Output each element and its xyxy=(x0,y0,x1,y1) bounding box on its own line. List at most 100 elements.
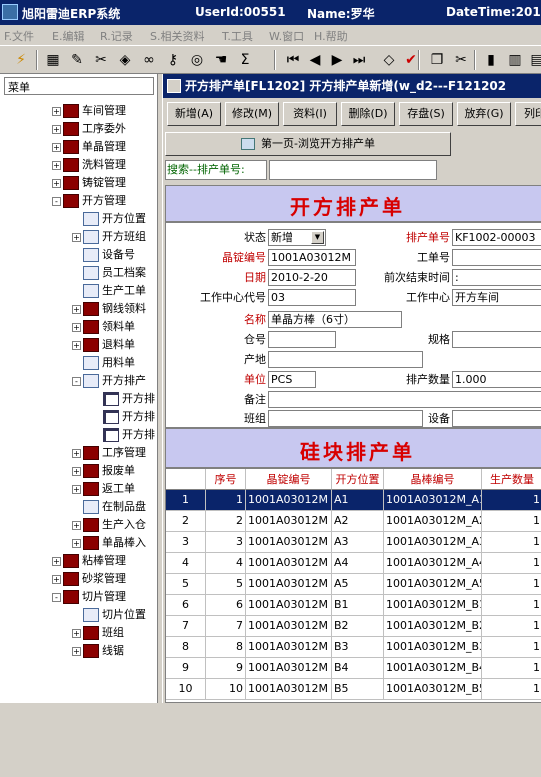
tree-expander-icon[interactable]: + xyxy=(72,466,81,476)
tree-expander-icon[interactable]: + xyxy=(52,142,61,152)
grid-column-header[interactable]: 序号 xyxy=(206,469,246,490)
tree-node[interactable]: + 退料单 xyxy=(72,336,135,354)
sigma-icon[interactable]: Σ xyxy=(236,51,254,69)
grid-column-header[interactable]: 开方位置 xyxy=(332,469,384,490)
ingot-no-field[interactable]: 1001A03012M xyxy=(268,249,356,266)
chart2-icon[interactable]: ▥ xyxy=(506,51,524,69)
status-select[interactable]: 新增 ▼ xyxy=(268,229,326,246)
tree-node[interactable]: - 开方排产 xyxy=(72,372,146,390)
tree-expander-icon[interactable]: - xyxy=(52,196,61,206)
tree-node[interactable]: + 砂浆管理 xyxy=(52,570,126,588)
save-icon[interactable]: ▦ xyxy=(44,51,62,69)
hand-icon[interactable]: ☚ xyxy=(212,51,230,69)
tree-expander-icon[interactable]: + xyxy=(72,304,81,314)
table-row[interactable]: 8 8 1001A03012M B3 1001A03012M_B3 1 xyxy=(166,637,541,658)
action-button[interactable]: 新增(A) xyxy=(167,102,221,126)
table-row[interactable]: 10 10 1001A03012M B5 1001A03012M_B5 1 xyxy=(166,679,541,700)
tree-expander-icon[interactable]: + xyxy=(72,484,81,494)
work-center-field[interactable]: 开方车间 xyxy=(452,289,541,306)
menu-item[interactable]: E.编辑 xyxy=(52,28,84,44)
table-row[interactable]: 5 5 1001A03012M A5 1001A03012M_A5 1 xyxy=(166,574,541,595)
edit-icon[interactable]: ✎ xyxy=(68,51,86,69)
menu-item[interactable]: R.记录 xyxy=(100,28,133,44)
action-button[interactable]: 存盘(S) xyxy=(399,102,453,126)
tree-node[interactable]: + 铸锭管理 xyxy=(52,174,126,192)
tab-browse-page[interactable]: 第一页-浏览开方排产单 xyxy=(165,132,451,156)
lightning-icon[interactable]: ⚡ xyxy=(12,51,30,69)
warehouse-field[interactable] xyxy=(268,331,336,348)
bar-chart-icon[interactable]: ▮ xyxy=(482,51,500,69)
qty-field[interactable]: 1.000 xyxy=(452,371,541,388)
tree-expander-icon[interactable]: + xyxy=(72,538,81,548)
table-row[interactable]: 3 3 1001A03012M A3 1001A03012M_A3 1 xyxy=(166,532,541,553)
work-order-field[interactable] xyxy=(452,249,541,266)
tree-node[interactable]: 员工档案 xyxy=(72,264,146,282)
chart3-icon[interactable]: ▤ xyxy=(528,51,541,69)
tree-expander-icon[interactable]: - xyxy=(72,376,81,386)
menu-item[interactable]: F.文件 xyxy=(4,28,34,44)
tree-node[interactable]: + 领料单 xyxy=(72,318,135,336)
tree-node[interactable]: 生产工单 xyxy=(72,282,146,300)
cut-icon[interactable]: ✂ xyxy=(452,51,470,69)
tree-node[interactable]: 在制品盘 xyxy=(72,498,146,516)
grid-column-header[interactable]: 晶棒编号 xyxy=(384,469,482,490)
spec-field[interactable] xyxy=(452,331,541,348)
tree-node[interactable]: + 报废单 xyxy=(72,462,135,480)
search-input[interactable] xyxy=(269,160,437,180)
tree-expander-icon[interactable]: + xyxy=(72,340,81,350)
chevron-down-icon[interactable]: ▼ xyxy=(311,231,324,244)
grid-column-header[interactable]: 晶锭编号 xyxy=(246,469,332,490)
menu-item[interactable]: S.相关资料 xyxy=(150,28,204,44)
tree-node[interactable]: - 开方管理 xyxy=(52,192,126,210)
left-panel-scrollbar[interactable] xyxy=(0,750,158,777)
tree-expander-icon[interactable]: + xyxy=(72,628,81,638)
tree-node[interactable]: 开方排 xyxy=(92,390,155,408)
tree-node[interactable]: 开方排 xyxy=(92,426,155,444)
eraser-icon[interactable]: ◈ xyxy=(116,51,134,69)
table-row[interactable]: 9 9 1001A03012M B4 1001A03012M_B4 1 xyxy=(166,658,541,679)
remark-field[interactable] xyxy=(268,391,541,408)
eraser2-icon[interactable]: ◇ xyxy=(380,51,398,69)
tree-node[interactable]: + 开方班组 xyxy=(72,228,146,246)
table-row[interactable]: 4 4 1001A03012M A4 1001A03012M_A4 1 xyxy=(166,553,541,574)
device-field[interactable] xyxy=(452,410,541,427)
first-icon[interactable]: ⏮ xyxy=(284,51,302,69)
action-button[interactable]: 资料(I) xyxy=(283,102,337,126)
key-icon[interactable]: ⚷ xyxy=(164,51,182,69)
table-row[interactable]: 1 1 1001A03012M A1 1001A03012M_A1 1 xyxy=(166,490,541,511)
tree-node[interactable]: + 班组 xyxy=(72,624,124,642)
copy-icon[interactable]: ❐ xyxy=(428,51,446,69)
date-field[interactable]: 2010-2-20 xyxy=(268,269,356,286)
table-row[interactable]: 2 2 1001A03012M A2 1001A03012M_A2 1 xyxy=(166,511,541,532)
action-button[interactable]: 删除(D) xyxy=(341,102,395,126)
order-no-field[interactable]: KF1002-00003 xyxy=(452,229,541,246)
table-row[interactable]: 6 6 1001A03012M B1 1001A03012M_B1 1 xyxy=(166,595,541,616)
tree-node[interactable]: + 返工单 xyxy=(72,480,135,498)
action-button[interactable]: 列印 xyxy=(515,102,541,126)
origin-field[interactable] xyxy=(268,351,423,368)
tree-node[interactable]: + 洗料管理 xyxy=(52,156,126,174)
tree-node[interactable]: + 钢线领料 xyxy=(72,300,146,318)
tree-node[interactable]: 切片位置 xyxy=(72,606,146,624)
tree-node[interactable]: - 切片管理 xyxy=(52,588,126,606)
table-row[interactable]: 7 7 1001A03012M B2 1001A03012M_B2 1 xyxy=(166,616,541,637)
tree-node[interactable]: 开方位置 xyxy=(72,210,146,228)
tree-expander-icon[interactable]: + xyxy=(72,520,81,530)
menu-item[interactable]: H.帮助 xyxy=(314,28,348,44)
tree-expander-icon[interactable]: + xyxy=(52,124,61,134)
tree-expander-icon[interactable]: + xyxy=(52,106,61,116)
tree-expander-icon[interactable]: + xyxy=(72,322,81,332)
name-field[interactable]: 单晶方棒（6寸） xyxy=(268,311,402,328)
tree-expander-icon[interactable]: + xyxy=(52,574,61,584)
scissors-icon[interactable]: ✂ xyxy=(92,51,110,69)
next-icon[interactable]: ▶ xyxy=(328,51,346,69)
tree-node[interactable]: + 工序委外 xyxy=(52,120,126,138)
action-button[interactable]: 修改(M) xyxy=(225,102,279,126)
tree-node[interactable]: 开方排 xyxy=(92,408,155,426)
check-icon[interactable]: ✔ xyxy=(402,51,420,69)
menu-item[interactable]: T.工具 xyxy=(222,28,253,44)
tree-expander-icon[interactable]: + xyxy=(52,178,61,188)
tree-expander-icon[interactable]: + xyxy=(52,160,61,170)
tree-expander-icon[interactable]: + xyxy=(72,448,81,458)
tree-node[interactable]: + 工序管理 xyxy=(72,444,146,462)
